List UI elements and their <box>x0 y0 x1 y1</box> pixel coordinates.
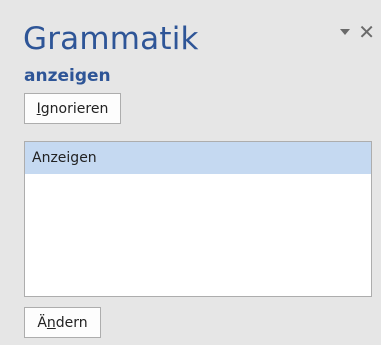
suggestion-item[interactable]: Anzeigen <box>25 142 371 174</box>
ignore-button[interactable]: Ignorieren <box>24 93 121 124</box>
pane-title: Grammatik <box>23 21 199 57</box>
flagged-word: anzeigen <box>24 66 111 86</box>
close-icon[interactable]: ✕ <box>358 22 375 42</box>
change-label-rest: dern <box>55 314 88 331</box>
change-access-key: n <box>46 314 56 331</box>
change-label-start: Ä <box>37 314 47 331</box>
dropdown-arrow-icon[interactable] <box>340 29 351 35</box>
change-button[interactable]: Än dern <box>24 307 101 338</box>
pane-controls: ✕ <box>340 22 375 42</box>
suggestions-list[interactable]: Anzeigen <box>24 141 372 297</box>
ignore-label-rest: gnorieren <box>40 100 109 117</box>
